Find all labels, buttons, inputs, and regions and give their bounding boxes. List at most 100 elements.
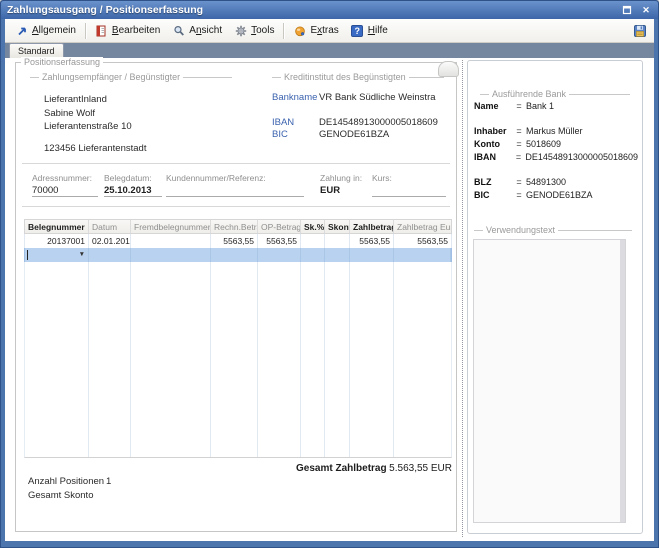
kurs-input[interactable]: [372, 185, 446, 197]
cell-skonto: [325, 234, 350, 248]
titlebar: Zahlungsausgang / Positionserfassung ✕: [1, 1, 658, 19]
bankname-value: VR Bank Südliche Weinstra: [319, 92, 436, 103]
total-row: Gesamt Zahlbetrag 5.563,55 EUR: [296, 463, 452, 474]
save-button[interactable]: [630, 23, 650, 39]
menu-item-tools[interactable]: Tools: [228, 22, 280, 39]
menu-item-allgemein[interactable]: Allgemein: [9, 22, 82, 39]
table-header-cell[interactable]: Belegnummer: [25, 220, 89, 233]
positions-table: Belegnummer Datum Fremdbelegnummer Rechn…: [24, 219, 452, 458]
kundennummer-input[interactable]: [166, 185, 304, 197]
iban-value: DE14548913000005018609: [319, 117, 438, 128]
table-empty-area[interactable]: [24, 262, 452, 458]
section-ausfuehrende-bank-header: Ausführende Bank: [480, 89, 630, 99]
payee-name: LieferantInland: [44, 93, 146, 107]
menubar: Allgemein Bearbeiten Ansicht Tools: [5, 19, 654, 43]
edit-notebook-icon: [95, 24, 108, 37]
bank-details: Name = Bank 1 Inhaber = Markus Müller Ko…: [474, 101, 638, 203]
section-verwendungstext-header: Verwendungstext: [474, 225, 632, 235]
belegdatum-field[interactable]: Belegdatum: 25.10.2013: [104, 173, 162, 197]
groupbox-legend: Positionserfassung: [21, 57, 103, 67]
payee-contact: Sabine Wolf: [44, 107, 146, 121]
menu-label: Allgemein: [32, 25, 76, 36]
cell-belegnummer: 20137001: [25, 234, 89, 248]
app-window: Zahlungsausgang / Positionserfassung ✕ A…: [0, 0, 659, 548]
menu-separator: [85, 23, 86, 39]
bank-row-name: Name = Bank 1: [474, 101, 638, 114]
menu-label: Ansicht: [189, 25, 222, 36]
cell-datum: 02.01.2013: [89, 234, 131, 248]
arrow-up-right-icon: [15, 24, 28, 37]
belegdatum-input[interactable]: 25.10.2013: [104, 185, 162, 197]
verwendungstext-textarea[interactable]: [473, 239, 626, 523]
cell-op-betrag: 5563,55: [258, 234, 301, 248]
splitter-collapse-handle[interactable]: [438, 61, 459, 77]
table-header-cell[interactable]: OP-Betrag: [258, 220, 301, 233]
restore-button[interactable]: [621, 4, 633, 16]
divider: [22, 163, 450, 164]
section-bank-header: Kreditinstitut des Begünstigten: [272, 72, 444, 82]
adressnummer-input[interactable]: 70000: [32, 185, 98, 197]
bank-row-iban: IBAN = DE14548913000005018609: [474, 152, 638, 165]
dropdown-arrow-icon[interactable]: ▼: [79, 251, 85, 259]
equals-sign: =: [512, 177, 526, 187]
bic-value: GENODE61BZA: [319, 129, 389, 140]
menu-item-extras[interactable]: Extras: [287, 22, 344, 39]
table-header-cell[interactable]: Rechn.Betrag: [211, 220, 258, 233]
tabstrip: Standard: [5, 43, 654, 58]
equals-sign: =: [512, 101, 526, 111]
executing-bank-panel: Ausführende Bank Name = Bank 1 Inhaber =…: [467, 60, 643, 534]
menu-label: Hilfe: [368, 25, 388, 36]
table-header-cell[interactable]: Zahlbetrag Euro: [394, 220, 451, 233]
new-entry-cell[interactable]: ▼: [25, 248, 89, 262]
textarea-scrollbar[interactable]: [620, 240, 625, 522]
equals-sign: =: [512, 139, 526, 149]
bank-row-inhaber: Inhaber = Markus Müller: [474, 126, 638, 139]
table-row[interactable]: 20137001 02.01.2013 5563,55 5563,55 5563…: [24, 234, 452, 248]
tab-standard[interactable]: Standard: [9, 43, 64, 58]
zahlung-in-field[interactable]: Zahlung in: EUR: [320, 173, 364, 197]
help-icon: ?: [351, 24, 364, 37]
table-header-cell[interactable]: Datum: [89, 220, 131, 233]
magnifier-icon: [172, 24, 185, 37]
zahlung-in-input[interactable]: EUR: [320, 185, 364, 197]
equals-sign: =: [512, 190, 526, 200]
extras-ball-icon: [293, 24, 306, 37]
count-label: Anzahl Positionen: [28, 476, 104, 487]
count-value: 1: [106, 476, 111, 487]
cell-sk-prozent: [301, 234, 325, 248]
section-payee-header: Zahlungsempfänger / Begünstigter: [30, 72, 232, 82]
payee-city: 123456 Lieferantenstadt: [44, 142, 146, 156]
equals-sign: =: [512, 152, 526, 162]
equals-sign: =: [512, 126, 526, 136]
table-header-cell[interactable]: Fremdbelegnummer: [131, 220, 211, 233]
window-title: Zahlungsausgang / Positionserfassung: [7, 4, 203, 16]
total-value: 5.563,55 EUR: [389, 463, 452, 474]
menu-label: Bearbeiten: [112, 25, 160, 36]
restore-icon: [622, 5, 632, 15]
kurs-field[interactable]: Kurs:: [372, 173, 446, 197]
table-header-cell[interactable]: Skonto: [325, 220, 350, 233]
menu-label: Extras: [310, 25, 338, 36]
menu-item-hilfe[interactable]: ? Hilfe: [345, 22, 394, 39]
groupbox-positionserfassung: Positionserfassung Zahlungsempfänger / B…: [15, 62, 457, 532]
menu-item-ansicht[interactable]: Ansicht: [166, 22, 228, 39]
cell-fremdbelegnummer: [131, 234, 211, 248]
cell-zahlbetrag: 5563,55: [350, 234, 394, 248]
bankname-label: Bankname: [272, 92, 317, 103]
table-header-cell[interactable]: Zahlbetrag: [350, 220, 394, 233]
cell-zahlbetrag-euro: 5563,55: [394, 234, 451, 248]
menu-item-bearbeiten[interactable]: Bearbeiten: [89, 22, 166, 39]
menu-label: Tools: [251, 25, 274, 36]
bic-label: BIC: [272, 129, 288, 140]
table-row-selected[interactable]: ▼: [24, 248, 452, 262]
table-header-cell[interactable]: Sk.%: [301, 220, 325, 233]
close-button[interactable]: ✕: [640, 4, 652, 16]
panel-splitter[interactable]: [462, 60, 463, 537]
text-caret: [27, 250, 28, 260]
kundennummer-field[interactable]: Kundennummer/Referenz:: [166, 173, 304, 197]
payee-address: LieferantInland Sabine Wolf Lieferantens…: [44, 93, 146, 155]
bank-row-bic: BIC = GENODE61BZA: [474, 190, 638, 203]
divider: [22, 206, 450, 207]
adressnummer-field[interactable]: Adressnummer: 70000: [32, 173, 98, 197]
content-area: Positionserfassung Zahlungsempfänger / B…: [5, 58, 654, 541]
